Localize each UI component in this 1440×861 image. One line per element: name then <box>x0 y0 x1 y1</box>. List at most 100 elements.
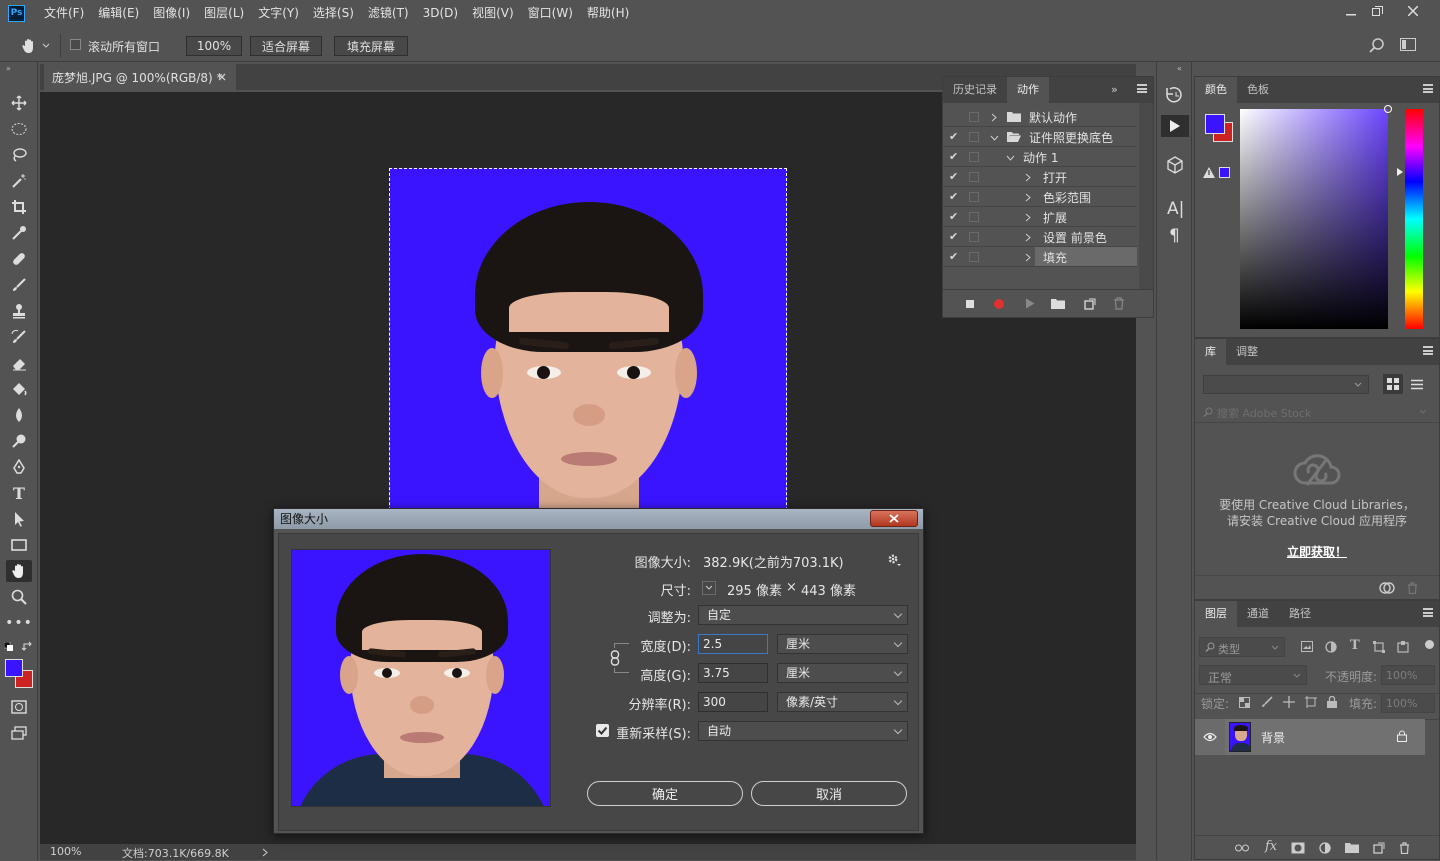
eraser-tool[interactable] <box>6 352 32 374</box>
panel-menu-icon[interactable] <box>1423 346 1433 355</box>
chevron-right-icon[interactable] <box>1025 253 1031 262</box>
trash-icon[interactable] <box>1113 297 1125 310</box>
dialog-toggle-box[interactable] <box>969 212 979 222</box>
menu-filter[interactable]: 滤镜(T) <box>361 0 416 26</box>
action-set-id-photo[interactable]: ✔ 证件照更换底色 <box>943 127 1137 147</box>
edit-toolbar-button[interactable]: ••• <box>5 612 32 634</box>
tab-color[interactable]: 颜色 <box>1195 77 1237 103</box>
default-colors-button[interactable] <box>4 642 14 652</box>
type-layer-filter-icon[interactable]: T <box>1350 638 1360 653</box>
menu-edit[interactable]: 编辑(E) <box>91 0 146 26</box>
chevron-right-icon[interactable] <box>1025 173 1031 182</box>
layer-name[interactable]: 背景 <box>1261 729 1285 746</box>
pixel-layer-filter-icon[interactable] <box>1301 641 1313 652</box>
history-brush-tool[interactable] <box>6 326 32 348</box>
scroll-all-windows-checkbox[interactable] <box>70 39 81 50</box>
list-view-button[interactable] <box>1407 374 1427 394</box>
fit-to-select[interactable]: 自定 <box>698 605 908 625</box>
layer-row-background[interactable]: 背景 <box>1195 719 1425 755</box>
chevron-down-icon[interactable] <box>1006 155 1015 161</box>
paragraph-panel-button[interactable]: ¶ <box>1169 226 1180 246</box>
color-picker-field[interactable] <box>1240 105 1392 329</box>
collapse-toolbox-icon[interactable]: » <box>6 64 11 73</box>
web-color-swatch[interactable] <box>1219 167 1230 178</box>
opacity-field[interactable]: 100% <box>1381 665 1435 685</box>
check-icon[interactable]: ✔ <box>949 250 961 264</box>
brush-tool[interactable] <box>6 274 32 296</box>
out-of-gamut-warning-icon[interactable] <box>1203 167 1215 178</box>
panel-menu-icon[interactable] <box>1423 608 1433 617</box>
chevron-right-icon[interactable] <box>991 113 997 122</box>
tab-layers[interactable]: 图层 <box>1195 601 1237 627</box>
status-zoom[interactable]: 100% <box>50 845 81 858</box>
clone-stamp-tool[interactable] <box>6 300 32 322</box>
path-selection-tool[interactable] <box>6 508 32 530</box>
smart-object-filter-icon[interactable] <box>1397 641 1409 653</box>
toggle-check[interactable] <box>949 110 961 124</box>
hue-slider-handle-icon[interactable] <box>1397 168 1403 176</box>
menu-window[interactable]: 窗口(W) <box>521 0 580 26</box>
tab-libraries[interactable]: 库 <box>1195 339 1226 365</box>
action-step-open[interactable]: ✔ 打开 <box>943 167 1137 187</box>
blur-tool[interactable] <box>6 404 32 426</box>
tab-adjustments[interactable]: 调整 <box>1226 339 1268 365</box>
chevron-right-icon[interactable] <box>1025 213 1031 222</box>
eyedropper-tool[interactable] <box>6 222 32 244</box>
new-group-folder-icon[interactable] <box>1345 842 1359 853</box>
restore-button[interactable] <box>1360 0 1394 22</box>
chevron-down-icon[interactable] <box>990 135 999 141</box>
height-unit-select[interactable]: 厘米 <box>777 663 908 683</box>
dialog-toggle-box[interactable] <box>969 152 979 162</box>
resolution-input[interactable]: 300 <box>698 692 768 712</box>
dialog-toggle-box[interactable] <box>969 132 979 142</box>
grid-view-button[interactable] <box>1383 374 1403 394</box>
new-set-folder-icon[interactable] <box>1051 298 1065 309</box>
zoom-level-field[interactable]: 100% <box>186 36 242 56</box>
dialog-toggle-box[interactable] <box>969 252 979 262</box>
dialog-close-button[interactable] <box>870 510 918 527</box>
type-tool[interactable]: T <box>6 482 32 504</box>
fit-screen-button[interactable]: 适合屏幕 <box>250 36 322 56</box>
resample-select[interactable]: 自动 <box>698 721 908 741</box>
play-icon[interactable] <box>1025 298 1035 309</box>
panel-menu-icon[interactable] <box>1423 84 1433 93</box>
hue-slider[interactable] <box>1405 109 1423 329</box>
stock-search-field[interactable]: 搜索 Adobe Stock <box>1195 401 1439 423</box>
blend-mode-select[interactable]: 正常 <box>1199 665 1307 685</box>
pen-tool[interactable] <box>6 456 32 478</box>
layer-mask-icon[interactable] <box>1291 842 1305 854</box>
chevron-right-icon[interactable] <box>1025 193 1031 202</box>
actions-panel-button[interactable] <box>1161 115 1189 137</box>
workspace-button[interactable] <box>1400 38 1416 52</box>
image-preview[interactable] <box>291 549 551 807</box>
marquee-tool[interactable] <box>6 118 32 140</box>
dialog-toggle-box[interactable] <box>969 112 979 122</box>
dialog-toggle-box[interactable] <box>969 172 979 182</box>
screen-mode-button[interactable] <box>6 722 32 744</box>
lock-position-icon[interactable] <box>1283 696 1295 708</box>
swap-colors-button[interactable] <box>22 641 33 652</box>
check-icon[interactable]: ✔ <box>949 150 961 164</box>
shape-layer-filter-icon[interactable] <box>1373 641 1385 653</box>
actions-scrollbar[interactable] <box>1139 103 1153 289</box>
paint-bucket-tool[interactable] <box>6 378 32 400</box>
cc-sync-icon[interactable] <box>1379 582 1395 594</box>
crop-tool[interactable] <box>6 196 32 218</box>
check-icon[interactable]: ✔ <box>949 130 961 144</box>
menu-image[interactable]: 图像(I) <box>146 0 197 26</box>
layer-filter-select[interactable]: 类型 <box>1199 637 1285 657</box>
trash-icon[interactable] <box>1407 582 1418 594</box>
dialog-toggle-box[interactable] <box>969 192 979 202</box>
new-layer-icon[interactable] <box>1373 842 1385 854</box>
stop-icon[interactable] <box>965 299 975 309</box>
chevron-right-icon[interactable] <box>1025 233 1031 242</box>
zoom-tool[interactable] <box>6 586 32 608</box>
record-icon[interactable] <box>993 298 1005 310</box>
magic-wand-tool[interactable] <box>6 170 32 192</box>
tab-swatches[interactable]: 色板 <box>1237 77 1279 103</box>
cancel-button[interactable]: 取消 <box>751 781 907 806</box>
library-select[interactable] <box>1203 375 1369 394</box>
width-unit-select[interactable]: 厘米 <box>777 634 908 654</box>
quick-mask-button[interactable] <box>6 696 32 718</box>
width-input[interactable]: 2.5 <box>698 634 768 654</box>
